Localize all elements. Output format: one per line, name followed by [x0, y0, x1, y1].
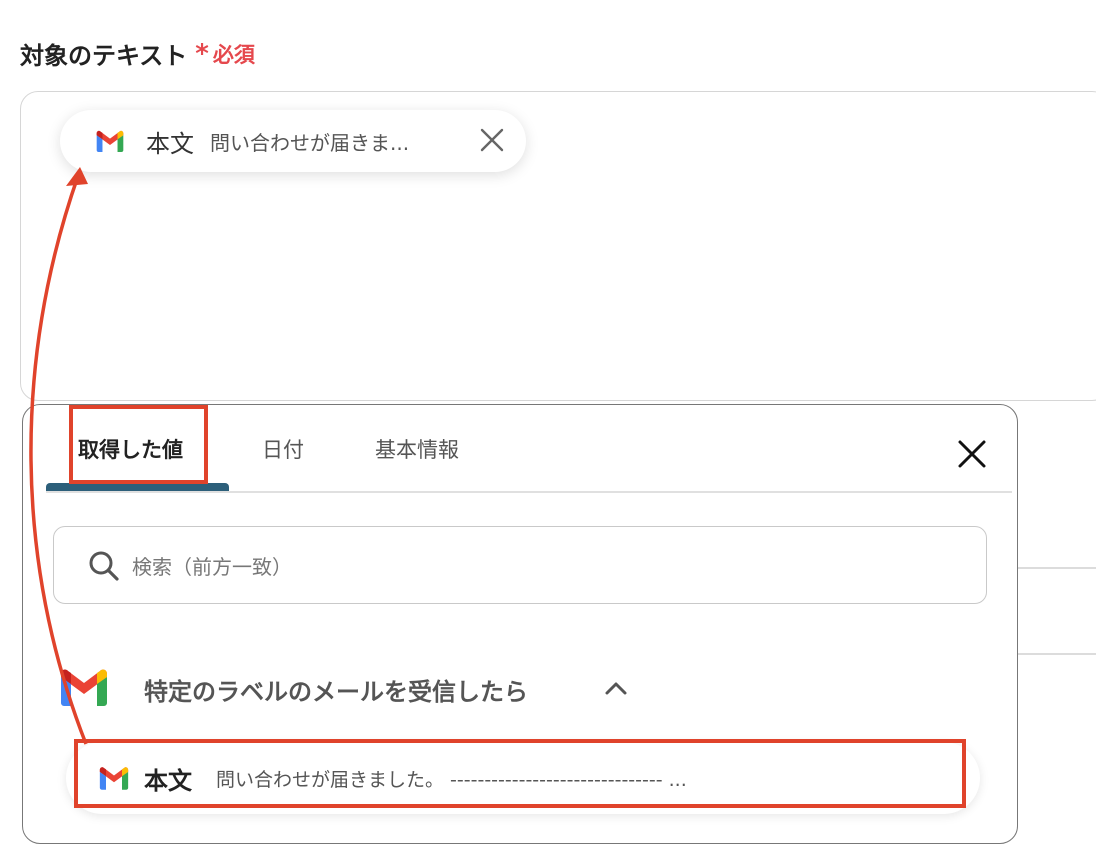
chip-title: 本文	[146, 129, 194, 158]
group-title: 特定のラベルのメールを受信したら	[144, 678, 528, 706]
tab-divider	[46, 491, 1012, 493]
search-icon	[89, 551, 119, 581]
chip-value: 問い合わせが届きま...	[210, 130, 410, 155]
gmail-icon	[58, 668, 110, 706]
field-label: 対象のテキスト * 必須	[20, 36, 255, 71]
close-icon[interactable]	[954, 436, 990, 472]
selected-value-chip[interactable]: 本文 問い合わせが届きま...	[60, 110, 526, 172]
gmail-icon	[94, 130, 126, 152]
chevron-up-icon[interactable]	[604, 678, 628, 698]
search-input[interactable]	[130, 548, 954, 586]
required-star: *	[195, 38, 209, 69]
field-label-text: 対象のテキスト	[20, 42, 188, 70]
trigger-group-header[interactable]: 特定のラベルのメールを受信したら	[58, 664, 658, 710]
tab-basic-info[interactable]: 基本情報	[375, 434, 459, 464]
active-tab-indicator	[46, 483, 229, 491]
divider	[1018, 653, 1096, 655]
tab-date[interactable]: 日付	[262, 434, 304, 464]
highlight-box-item	[74, 739, 966, 808]
highlight-box-tab	[69, 405, 208, 484]
close-icon[interactable]	[478, 126, 506, 154]
required-text: 必須	[212, 42, 255, 67]
divider	[1018, 567, 1096, 569]
